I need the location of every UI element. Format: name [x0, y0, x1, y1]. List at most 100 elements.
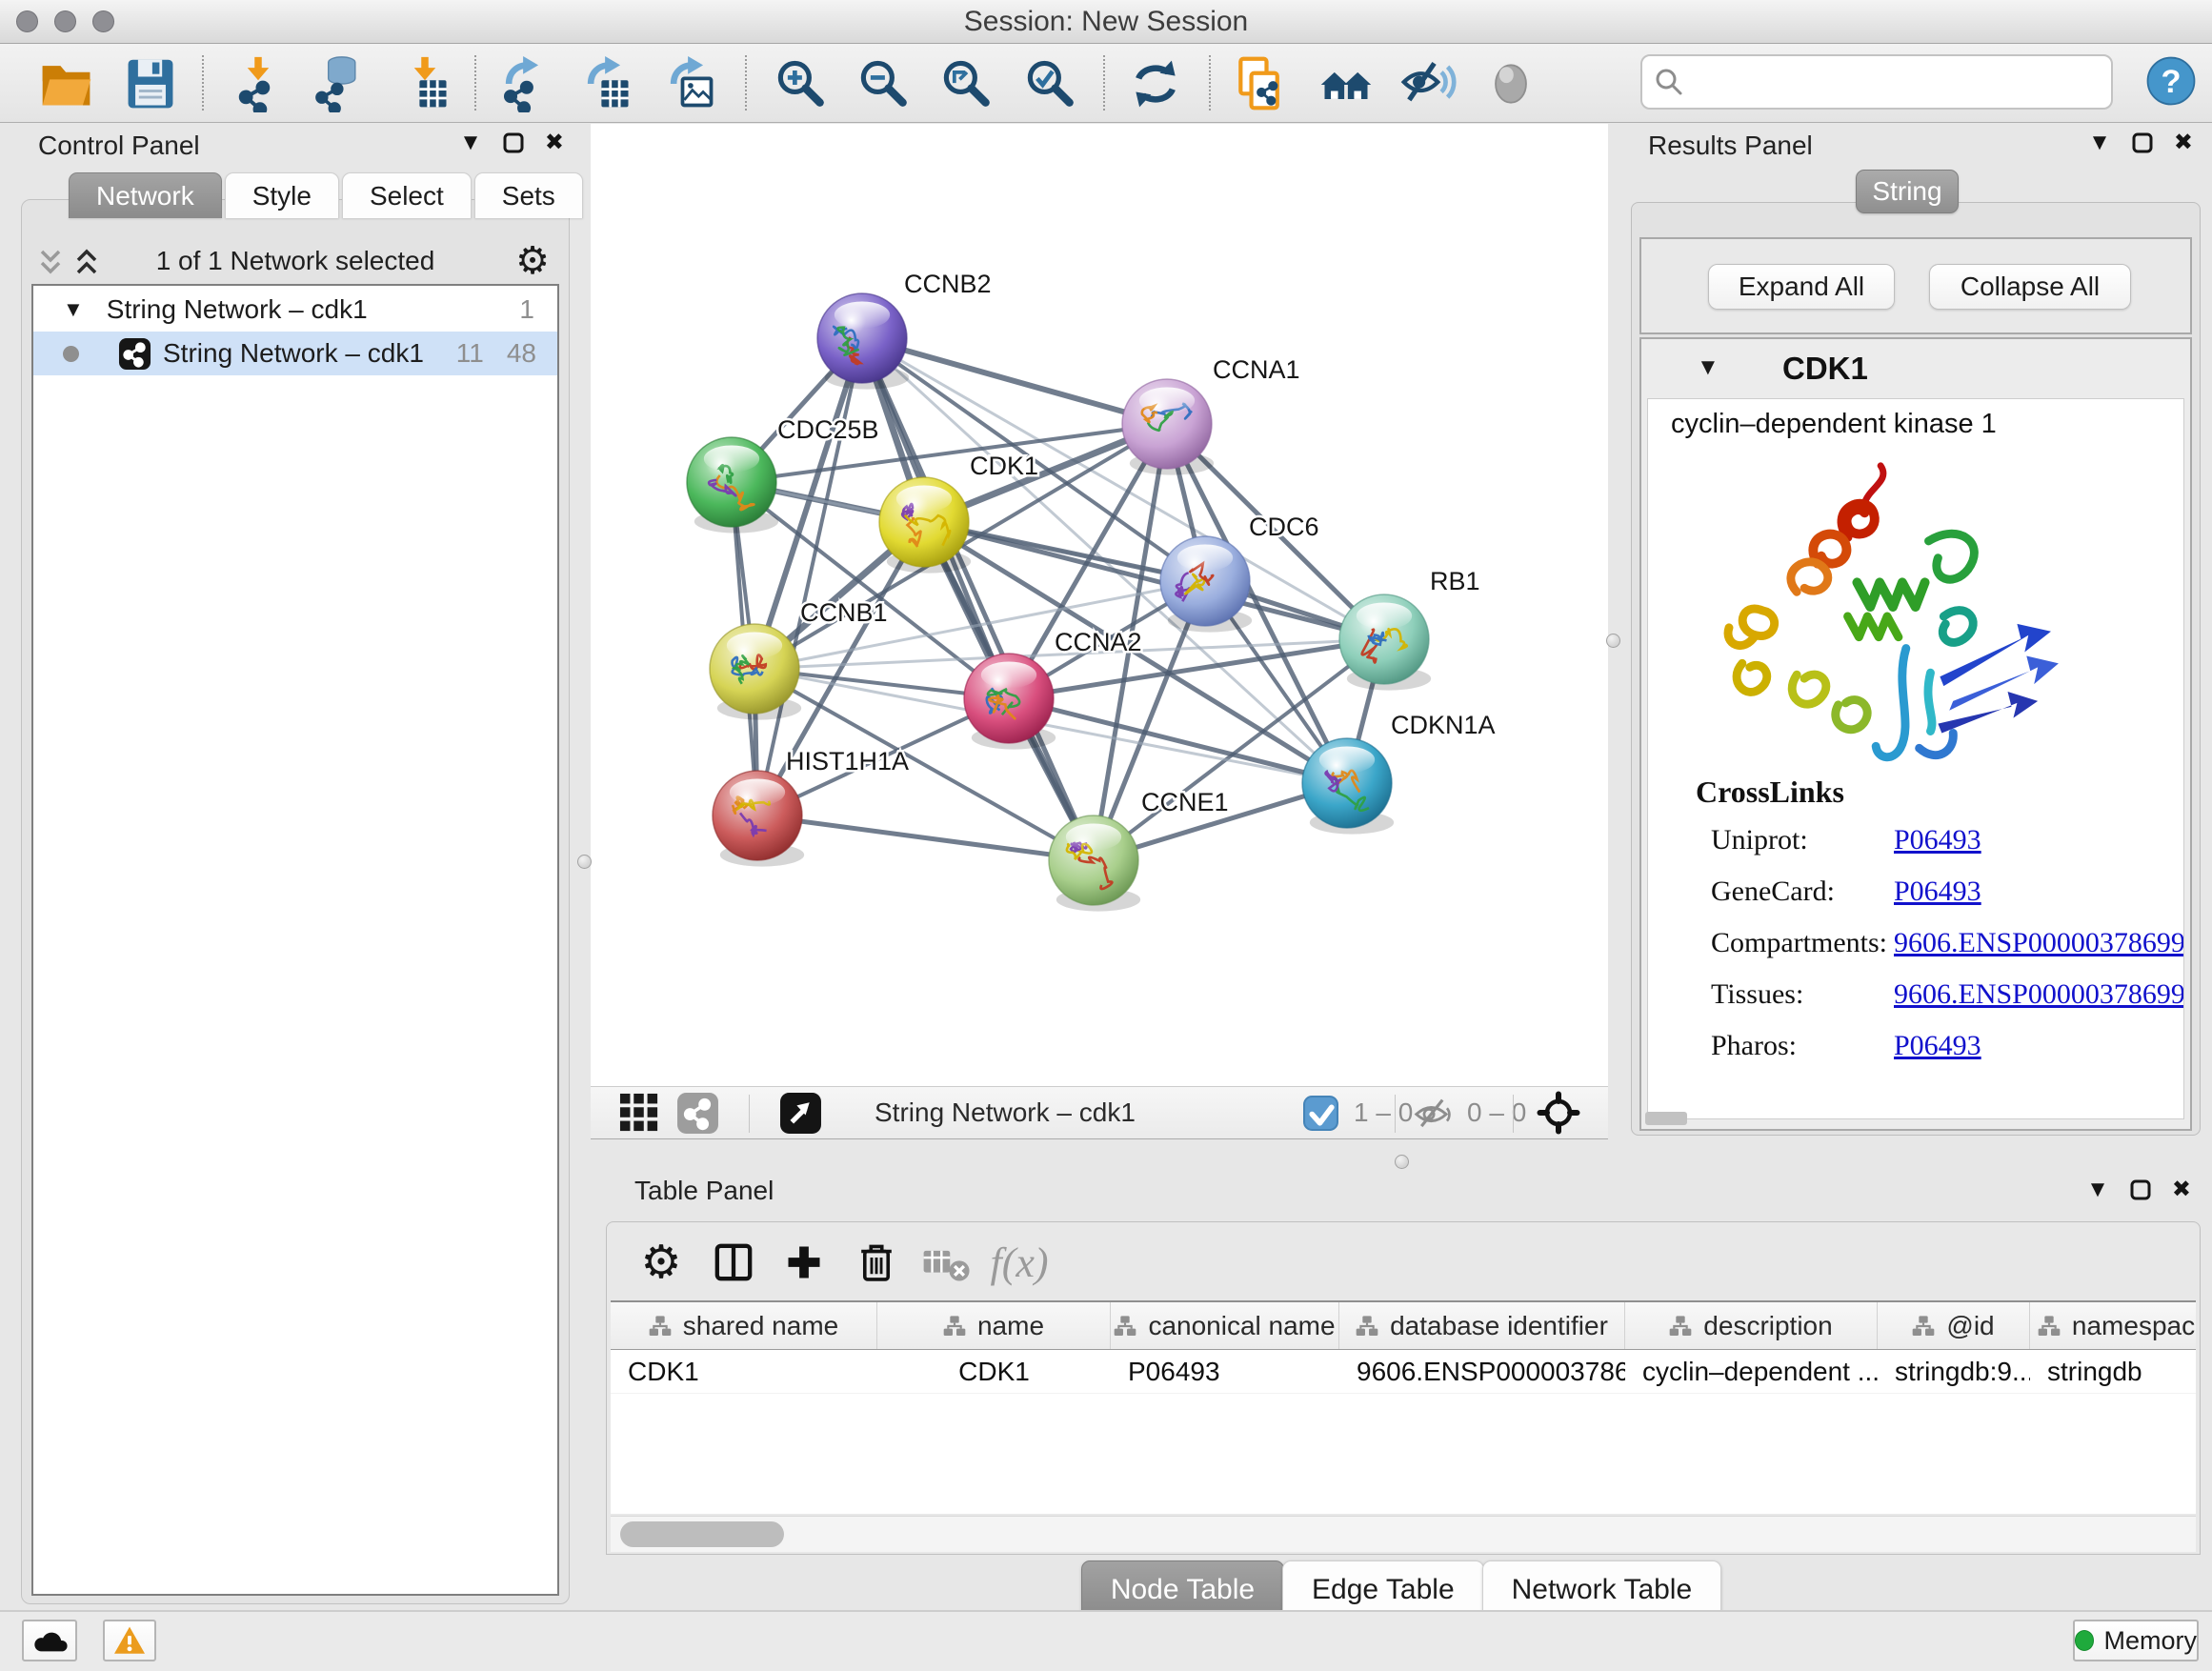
help-button[interactable]: ?: [2143, 53, 2199, 109]
table-settings-button[interactable]: ⚙: [628, 1234, 694, 1291]
results-panel-collapse-icon[interactable]: ▼: [2088, 131, 2111, 155]
clone-network-button[interactable]: [1224, 52, 1295, 115]
memory-button[interactable]: Memory: [2073, 1620, 2199, 1661]
zoom-selected-button[interactable]: [1015, 52, 1085, 115]
tab-string[interactable]: String: [1856, 170, 1959, 213]
scrollbar-thumb[interactable]: [620, 1521, 784, 1547]
node-HIST1H1A[interactable]: HIST1H1A: [713, 747, 909, 867]
edge-CCNB2-CCNE1[interactable]: [862, 338, 1094, 860]
collapse-all-button[interactable]: Collapse All: [1929, 264, 2131, 310]
tree-expander-icon[interactable]: ▼: [63, 297, 84, 322]
cloud-status-button[interactable]: [22, 1620, 77, 1661]
first-neighbors-button[interactable]: [1311, 52, 1381, 115]
column-type-icon: [1356, 1315, 1378, 1338]
crosslink-value-link[interactable]: P06493: [1894, 824, 1981, 856]
birdseye-view-button[interactable]: [779, 1087, 822, 1138]
create-column-button[interactable]: [771, 1234, 837, 1291]
right-splitter-handle[interactable]: [1606, 634, 1620, 648]
open-session-button[interactable]: [31, 52, 102, 115]
apply-layout-button[interactable]: [1120, 52, 1191, 115]
control-panel-float-icon[interactable]: [503, 132, 524, 153]
memory-status-dot-icon: [2075, 1630, 2094, 1651]
control-panel-close-icon[interactable]: ✖: [545, 131, 564, 155]
edge-CCNB2-HIST1H1A[interactable]: [757, 338, 862, 815]
node-CCNB1[interactable]: CCNB1: [710, 598, 888, 720]
minimize-window-button[interactable]: [54, 10, 76, 32]
expand-collapse-bar: Expand All Collapse All: [1639, 237, 2192, 334]
results-panel-close-icon[interactable]: ✖: [2174, 131, 2193, 155]
delete-table-button[interactable]: [914, 1234, 980, 1291]
column-header-name[interactable]: name: [877, 1302, 1111, 1349]
network-view-button[interactable]: [676, 1087, 719, 1138]
column-header-description[interactable]: description: [1625, 1302, 1878, 1349]
node-RB1[interactable]: RB1: [1339, 567, 1480, 691]
show-all-icon: [1482, 55, 1539, 112]
tab-style[interactable]: Style: [225, 172, 339, 218]
column-header-namespac[interactable]: namespac: [2030, 1302, 2196, 1349]
node-CDKN1A[interactable]: CDKN1A: [1302, 711, 1496, 835]
network-row-selected[interactable]: String Network – cdk1 11 48: [33, 332, 557, 375]
network-canvas[interactable]: CCNB2CCNA1CDC25BCDK1CDC6RB1CCNB1CCNA2CDK…: [591, 124, 1608, 1086]
table-panel-close-icon[interactable]: ✖: [2172, 1178, 2191, 1202]
column-header-database-identifier[interactable]: database identifier: [1339, 1302, 1625, 1349]
table-panel-collapse-icon[interactable]: ▼: [2086, 1178, 2109, 1202]
crosslink-value-link[interactable]: P06493: [1894, 1030, 1981, 1062]
column-header-canonical-name[interactable]: canonical name: [1111, 1302, 1339, 1349]
function-builder-button[interactable]: f(x): [986, 1234, 1053, 1291]
grid-icon: [619, 1093, 659, 1133]
show-all-button[interactable]: [1476, 52, 1546, 115]
table-horizontal-scrollbar[interactable]: [611, 1516, 2196, 1552]
import-table-button[interactable]: [390, 52, 460, 115]
hide-selected-button[interactable]: [1393, 52, 1463, 115]
selected-checkbox-icon[interactable]: [1303, 1096, 1338, 1131]
toolbar-separator: [1103, 55, 1105, 111]
main-toolbar: ?: [0, 44, 2212, 123]
edge-HIST1H1A-CCNE1[interactable]: [757, 815, 1094, 860]
bottom-splitter-handle[interactable]: [1395, 1155, 1409, 1169]
close-window-button[interactable]: [16, 10, 38, 32]
column-header-shared-name[interactable]: shared name: [611, 1302, 877, 1349]
network-collection-row[interactable]: ▼ String Network – cdk1 1: [33, 288, 557, 332]
zoom-fit-button[interactable]: [931, 52, 1001, 115]
node-CCNB2[interactable]: CCNB2: [817, 270, 992, 390]
left-splitter-handle[interactable]: [577, 855, 592, 869]
delete-column-button[interactable]: [843, 1234, 910, 1291]
import-network-button[interactable]: [223, 52, 293, 115]
search-input[interactable]: [1640, 54, 2113, 110]
zoom-out-button[interactable]: [848, 52, 918, 115]
zoom-in-icon: [772, 55, 829, 112]
save-session-button[interactable]: [115, 52, 186, 115]
crosslink-value-link[interactable]: 9606.ENSP00000378699: [1894, 978, 2184, 1011]
svg-text:?: ?: [2161, 64, 2181, 100]
import-database-button[interactable]: [303, 52, 373, 115]
zoom-window-button[interactable]: [92, 10, 114, 32]
node-CCNE1[interactable]: CCNE1: [1049, 788, 1229, 912]
delete-table-icon: [922, 1241, 972, 1283]
export-image-button[interactable]: [654, 52, 725, 115]
grid-view-button[interactable]: [619, 1087, 659, 1138]
zoom-in-button[interactable]: [765, 52, 835, 115]
tab-sets[interactable]: Sets: [474, 172, 583, 218]
fit-selected-button[interactable]: [1536, 1087, 1581, 1138]
column-type-icon: [1669, 1315, 1692, 1338]
crosslink-value-link[interactable]: 9606.ENSP00000378699: [1894, 927, 2184, 959]
column-header--id[interactable]: @id: [1878, 1302, 2030, 1349]
table-row[interactable]: CDK1CDK1P064939606.ENSP00000378699cyclin…: [611, 1350, 2196, 1394]
tab-network[interactable]: Network: [69, 172, 222, 218]
export-table-button[interactable]: [572, 52, 642, 115]
results-scrollbar[interactable]: [1645, 1112, 1687, 1125]
node-CCNA1[interactable]: CCNA1: [1122, 355, 1300, 475]
export-network-button[interactable]: [490, 52, 560, 115]
show-columns-button[interactable]: [700, 1234, 767, 1291]
expand-all-button[interactable]: Expand All: [1708, 264, 1895, 310]
gene-expander-icon[interactable]: ▼: [1697, 354, 1719, 381]
crosslink-value-link[interactable]: P06493: [1894, 876, 1981, 908]
tab-select[interactable]: Select: [342, 172, 472, 218]
network-options-gear-icon[interactable]: ⚙: [515, 239, 550, 283]
results-panel-float-icon[interactable]: [2132, 132, 2153, 153]
window-title: Session: New Session: [0, 0, 2212, 44]
table-panel-float-icon[interactable]: [2130, 1179, 2151, 1200]
control-panel-collapse-icon[interactable]: ▼: [459, 131, 482, 155]
zoom-fit-icon: [937, 55, 995, 112]
warnings-button[interactable]: [103, 1620, 156, 1661]
